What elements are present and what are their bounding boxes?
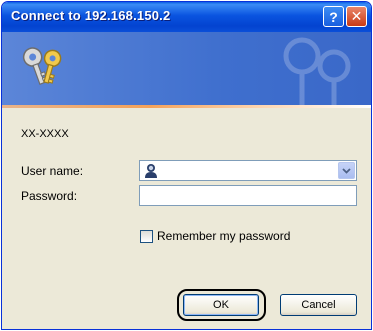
password-field[interactable] xyxy=(139,185,357,206)
user-name-label: User name: xyxy=(21,164,84,178)
title-bar[interactable]: Connect to 192.168.150.2 ? ✕ xyxy=(2,2,371,32)
keys-icon xyxy=(22,47,62,85)
keys-watermark-icon xyxy=(283,37,351,105)
user-icon xyxy=(145,164,157,178)
login-dialog: Connect to 192.168.150.2 ? ✕ XX-XXXX Use… xyxy=(1,1,372,330)
ok-button[interactable]: OK xyxy=(183,294,259,316)
help-button[interactable]: ? xyxy=(323,6,344,27)
dropdown-arrow-button[interactable] xyxy=(338,162,355,179)
dialog-body: XX-XXXX User name: Password: Remember my… xyxy=(2,108,371,329)
remember-password-checkbox[interactable] xyxy=(140,229,153,243)
password-label: Password: xyxy=(21,189,78,203)
server-name: XX-XXXX xyxy=(21,128,69,140)
remember-password-label: Remember my password xyxy=(157,229,291,243)
window-title: Connect to 192.168.150.2 xyxy=(11,8,171,23)
chevron-down-icon xyxy=(342,167,351,174)
cancel-button[interactable]: Cancel xyxy=(280,294,357,316)
user-name-combo[interactable] xyxy=(139,160,357,181)
close-button[interactable]: ✕ xyxy=(346,6,367,27)
remember-password-option[interactable]: Remember my password xyxy=(140,229,290,243)
